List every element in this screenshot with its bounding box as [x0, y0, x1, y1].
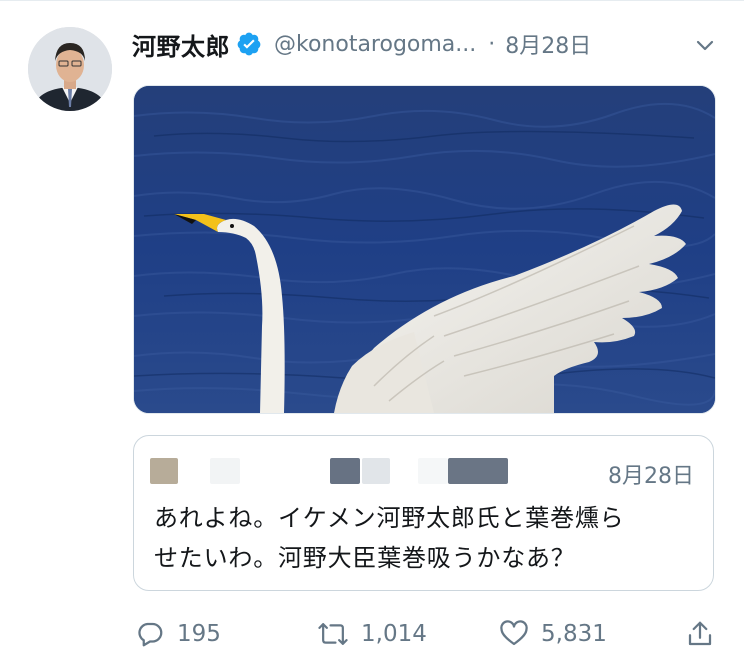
quoted-tweet-timestamp[interactable]: 8月28日 — [608, 458, 694, 490]
retweet-count: 1,014 — [361, 621, 427, 647]
redacted-avatar — [150, 458, 178, 484]
separator-dot: · — [488, 31, 496, 57]
reply-button[interactable]: 195 — [135, 614, 221, 654]
like-button[interactable]: 5,831 — [499, 614, 607, 654]
verified-badge-icon — [236, 31, 262, 57]
quoted-tweet-text-line: あれよね。イケメン河野太郎氏と葉巻燻ら — [154, 504, 625, 532]
author-handle[interactable]: @konotarogoma... — [274, 32, 476, 57]
redacted-name-block — [418, 458, 448, 484]
tweet-header: 河野太郎 @konotarogoma... · 8月28日 — [132, 22, 722, 66]
reply-count: 195 — [177, 621, 221, 647]
quoted-tweet-text-line: せたいわ。河野大臣葉巻吸うかなあ？ — [154, 544, 576, 572]
redacted-name-block — [362, 458, 390, 484]
share-icon — [688, 621, 712, 646]
tweet-timestamp[interactable]: 8月28日 — [505, 28, 591, 60]
redacted-name-block — [210, 458, 240, 484]
reply-icon — [138, 622, 163, 647]
redacted-name-block — [330, 458, 360, 484]
avatar[interactable] — [28, 27, 112, 111]
top-divider — [0, 0, 744, 1]
chevron-down-icon[interactable] — [694, 34, 716, 56]
share-button[interactable] — [685, 614, 715, 654]
retweet-icon — [318, 623, 348, 645]
tweet-media-image[interactable] — [133, 85, 716, 414]
like-count: 5,831 — [541, 621, 607, 647]
quoted-tweet-header: 8月28日 — [150, 456, 698, 489]
retweet-button[interactable]: 1,014 — [317, 614, 427, 654]
quoted-tweet[interactable]: 8月28日 あれよね。イケメン河野太郎氏と葉巻燻ら せたいわ。河野大臣葉巻吸うか… — [133, 435, 714, 591]
quoted-tweet-text: あれよね。イケメン河野太郎氏と葉巻燻ら せたいわ。河野大臣葉巻吸うかなあ？ — [154, 498, 699, 578]
redacted-handle-block — [448, 458, 508, 484]
heart-icon — [500, 620, 528, 646]
author-display-name[interactable]: 河野太郎 — [132, 27, 230, 62]
tweet-actions: 195 1,014 5,831 — [133, 614, 723, 654]
